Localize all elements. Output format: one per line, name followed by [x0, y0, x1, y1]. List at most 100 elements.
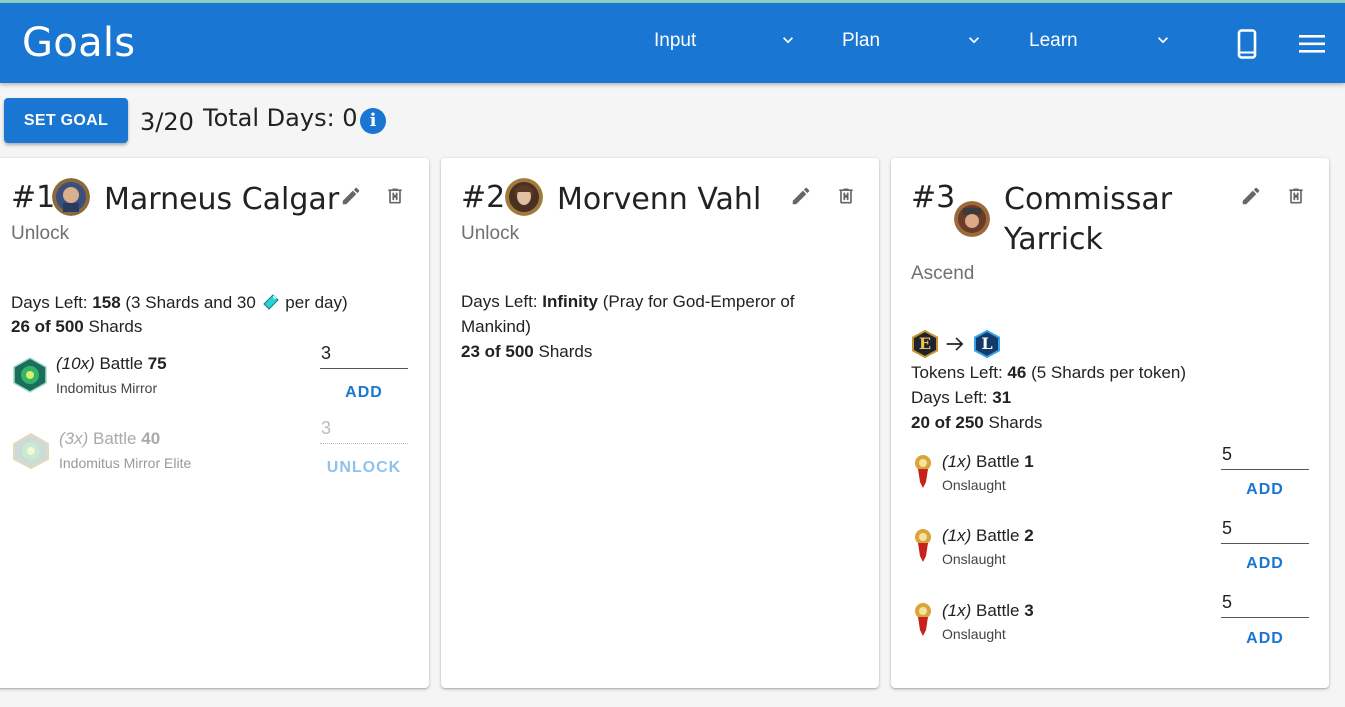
days-left-note: (Pray for God-Emperor of: [602, 292, 795, 311]
goal-number: #1: [11, 180, 56, 215]
battle-number: 2: [1024, 526, 1034, 545]
days-left-note-cont: Mankind): [461, 317, 531, 336]
days-left-line: Days Left: Infinity (Pray for God-Empero…: [461, 292, 795, 312]
edit-icon[interactable]: [790, 185, 812, 207]
nav-input-dropdown[interactable]: Input: [654, 30, 793, 52]
add-button[interactable]: ADD: [320, 380, 408, 406]
battle-count: (1x): [942, 452, 972, 471]
battle-title: (3x) Battle 40: [59, 429, 160, 449]
total-days: Total Days: 0: [203, 104, 358, 132]
battle-label: Battle: [976, 526, 1020, 545]
days-left-label: Days Left:: [461, 292, 538, 311]
orb-icon: [262, 294, 279, 310]
goal-name-line2: Yarrick: [1004, 222, 1103, 257]
set-goal-button[interactable]: SET GOAL: [4, 98, 128, 143]
battle-quantity-input[interactable]: [1221, 588, 1309, 618]
battle-title: (1x) Battle 3: [942, 601, 1034, 621]
tokens-left-label: Tokens Left:: [911, 363, 1003, 382]
arrow-right-icon: [946, 337, 964, 351]
rank-transition: E L: [911, 330, 1001, 360]
nav-learn-dropdown[interactable]: Learn: [1029, 30, 1168, 52]
battle-count: (10x): [56, 354, 95, 373]
tokens-left-value: 46: [1007, 363, 1027, 382]
battle-location: Onslaught: [942, 551, 1006, 567]
delete-icon[interactable]: [836, 185, 856, 207]
info-icon[interactable]: i: [360, 108, 386, 134]
shards-line: 26 of 500 Shards: [11, 317, 142, 337]
days-left-label: Days Left:: [911, 388, 988, 407]
days-left-value: Infinity: [542, 292, 598, 311]
delete-icon[interactable]: [1286, 185, 1306, 207]
campaign-icon: [13, 357, 47, 393]
chevron-down-icon: [783, 37, 793, 44]
days-left-line: Days Left: 158 (3 Shards and 30 per day): [11, 292, 348, 313]
chevron-down-icon: [1158, 37, 1168, 44]
battle-quantity-input[interactable]: [1221, 440, 1309, 470]
goal-card: #3 Commissar Yarrick Ascend E L Tokens L…: [891, 158, 1329, 688]
goals-toolbar: SET GOAL 3/20 Total Days: 0 i: [0, 98, 1345, 144]
rate-text: (3 Shards and 30: [125, 293, 256, 312]
goal-number: #3: [911, 180, 956, 215]
onslaught-icon: [915, 603, 931, 636]
nav-plan-dropdown[interactable]: Plan: [842, 30, 979, 52]
shards-label: Shards: [88, 317, 143, 336]
shards-label: Shards: [538, 342, 593, 361]
add-button[interactable]: ADD: [1221, 477, 1309, 503]
app-bar: Goals Input Plan Learn: [0, 3, 1345, 83]
goal-count: 3/20: [140, 108, 194, 136]
days-left-value: 31: [992, 388, 1012, 407]
onslaught-icon: [915, 529, 931, 562]
character-avatar: [52, 178, 90, 216]
shards-label: Shards: [988, 413, 1043, 432]
tokens-left-line: Tokens Left: 46 (5 Shards per token): [911, 363, 1186, 383]
battle-number: 75: [147, 354, 167, 373]
battle-number: 1: [1024, 452, 1034, 471]
onslaught-icon: [915, 455, 931, 488]
battle-label: Battle: [93, 429, 137, 448]
battle-location: Onslaught: [942, 477, 1006, 493]
goal-card: #1 Marneus Calgar Unlock Days Left: 158 …: [0, 158, 429, 688]
days-left-label: Days Left:: [11, 293, 88, 312]
battle-location: Onslaught: [942, 626, 1006, 642]
goal-type: Unlock: [11, 223, 70, 244]
nav-plan-label: Plan: [842, 30, 881, 51]
shards-line: 20 of 250 Shards: [911, 413, 1042, 433]
nav-input-label: Input: [654, 30, 697, 51]
battle-quantity-input[interactable]: [320, 339, 408, 369]
campaign-icon: [13, 432, 49, 470]
shards-progress: 20 of 250: [911, 413, 984, 432]
character-avatar: [505, 178, 543, 216]
goal-name-line1: Commissar: [1004, 182, 1173, 217]
days-left-value: 158: [92, 293, 121, 312]
goal-name: Morvenn Vahl: [557, 182, 762, 217]
battle-count: (3x): [59, 429, 89, 448]
battle-number: 3: [1024, 601, 1034, 620]
add-button[interactable]: ADD: [1221, 551, 1309, 577]
add-button[interactable]: ADD: [1221, 626, 1309, 652]
rank-to: L: [981, 334, 993, 353]
goal-type: Ascend: [911, 263, 975, 284]
battle-quantity-input: [320, 414, 408, 444]
battle-title: (1x) Battle 1: [942, 452, 1034, 472]
unlock-button: UNLOCK: [320, 455, 408, 481]
days-left-line: Days Left: 31: [911, 388, 1011, 408]
goal-name: Marneus Calgar: [104, 182, 340, 217]
battle-label: Battle: [976, 452, 1020, 471]
battle-title: (10x) Battle 75: [56, 354, 167, 374]
battle-quantity-input[interactable]: [1221, 514, 1309, 544]
battle-label: Battle: [976, 601, 1020, 620]
menu-icon[interactable]: [1299, 34, 1325, 54]
tokens-note: (5 Shards per token): [1031, 363, 1187, 382]
goal-number: #2: [461, 180, 506, 215]
battle-label: Battle: [99, 354, 143, 373]
edit-icon[interactable]: [340, 185, 362, 207]
delete-icon[interactable]: [385, 185, 405, 207]
goal-card: #2 Morvenn Vahl Unlock Days Left: Infini…: [441, 158, 879, 688]
rate-suffix: per day): [285, 293, 348, 312]
edit-icon[interactable]: [1240, 185, 1262, 207]
battle-count: (1x): [942, 601, 972, 620]
phone-icon[interactable]: [1237, 29, 1257, 59]
nav-learn-label: Learn: [1029, 30, 1078, 51]
battle-location: Indomitus Mirror Elite: [59, 455, 192, 471]
battle-location: Indomitus Mirror: [56, 380, 158, 396]
